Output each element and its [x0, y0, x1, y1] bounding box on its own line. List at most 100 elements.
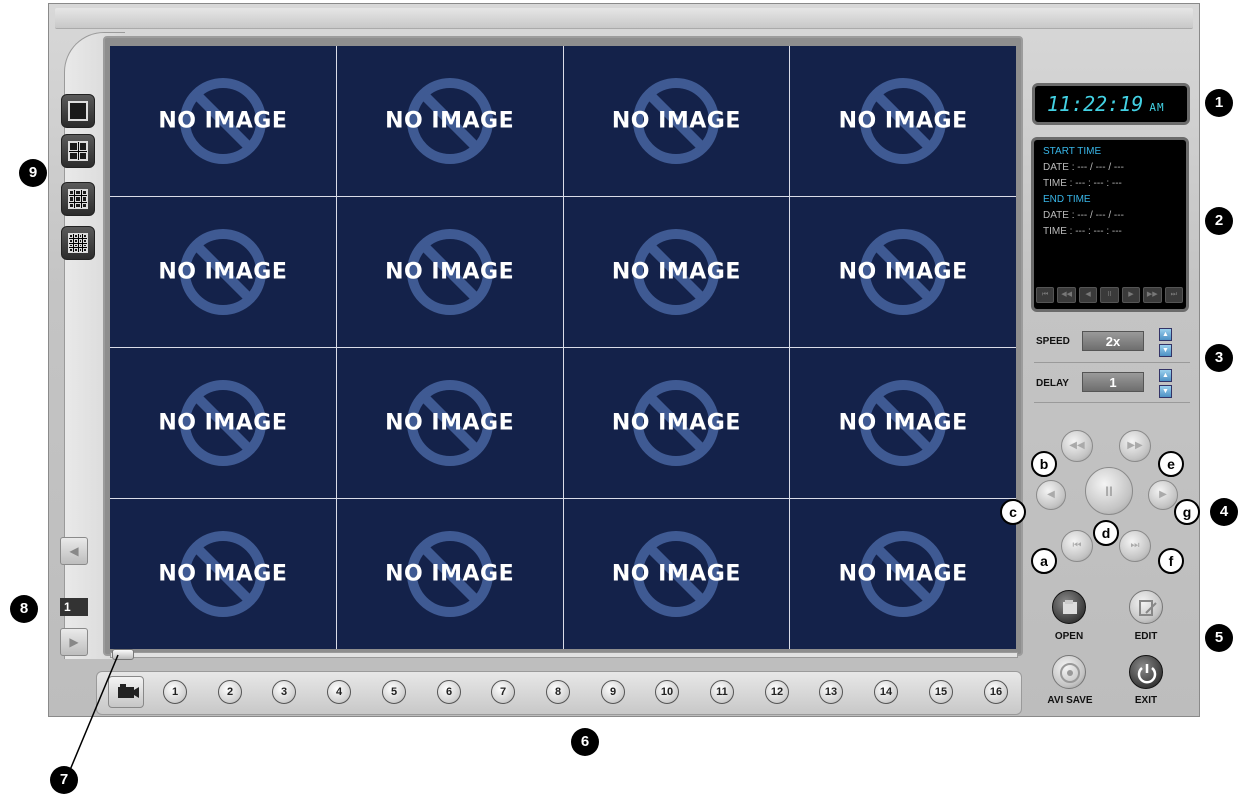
no-image-label: NO IMAGE: [838, 561, 968, 587]
callout-1: 1: [1205, 89, 1233, 117]
channel-button[interactable]: 7: [491, 680, 515, 704]
callout-3: 3: [1205, 344, 1233, 372]
no-image-label: NO IMAGE: [611, 259, 741, 285]
delay-label: DELAY: [1036, 378, 1069, 389]
channel-button[interactable]: 12: [765, 680, 789, 704]
video-cell[interactable]: NO IMAGE: [110, 499, 336, 649]
last-frame-button[interactable]: ⏭: [1119, 530, 1151, 562]
exit-button[interactable]: [1129, 655, 1163, 689]
page-prev-button[interactable]: ◀: [60, 537, 88, 565]
speed-down-button[interactable]: ▼: [1159, 344, 1172, 357]
channel-button[interactable]: 9: [601, 680, 625, 704]
channel-button[interactable]: 6: [437, 680, 461, 704]
mini-ff-button[interactable]: ▶▶: [1143, 287, 1162, 303]
layout-2x2-button[interactable]: [61, 134, 95, 168]
pause-button[interactable]: II: [1085, 467, 1133, 515]
no-image-label: NO IMAGE: [385, 108, 515, 134]
first-frame-button[interactable]: ⏮: [1061, 530, 1093, 562]
channel-button[interactable]: 13: [819, 680, 843, 704]
play-button[interactable]: ▶: [1148, 480, 1178, 510]
channel-button[interactable]: 8: [546, 680, 570, 704]
end-time-header: END TIME: [1043, 194, 1091, 205]
mini-first-button[interactable]: ⏮: [1036, 287, 1055, 303]
delay-value: 1: [1082, 372, 1144, 392]
mini-back-button[interactable]: ◀: [1078, 287, 1098, 303]
speed-up-button[interactable]: ▲: [1159, 328, 1172, 341]
search-time-panel: START TIME DATE : --- / --- / --- TIME :…: [1031, 137, 1189, 312]
open-button[interactable]: [1052, 590, 1086, 624]
video-cell[interactable]: NO IMAGE: [336, 46, 563, 196]
video-cell[interactable]: NO IMAGE: [563, 348, 790, 498]
video-cell[interactable]: NO IMAGE: [110, 348, 336, 498]
video-cell[interactable]: NO IMAGE: [790, 348, 1016, 498]
folder-icon: [1063, 600, 1077, 614]
triangle-right-icon: ▶: [69, 635, 79, 649]
channel-button[interactable]: 15: [929, 680, 953, 704]
page-next-button[interactable]: ▶: [60, 628, 88, 656]
delay-up-button[interactable]: ▲: [1159, 369, 1172, 382]
avi-save-button[interactable]: [1052, 655, 1086, 689]
no-image-label: NO IMAGE: [158, 108, 288, 134]
callout-5: 5: [1205, 624, 1233, 652]
video-cell[interactable]: NO IMAGE: [790, 197, 1016, 347]
clock-ampm: AM: [1149, 101, 1165, 114]
mini-playback-controls: ⏮ ◀◀ ◀ II ▶ ▶▶ ⏭: [1036, 287, 1183, 303]
channel-button[interactable]: 10: [655, 680, 679, 704]
rewind-button[interactable]: ◀◀: [1061, 430, 1093, 462]
reverse-play-button[interactable]: ◀: [1036, 480, 1066, 510]
video-cell[interactable]: NO IMAGE: [790, 499, 1016, 649]
speed-value: 2x: [1082, 331, 1144, 351]
channel-button[interactable]: 5: [382, 680, 406, 704]
edit-button[interactable]: [1129, 590, 1163, 624]
fast-forward-button[interactable]: ▶▶: [1119, 430, 1151, 462]
timeline-track[interactable]: [110, 652, 1018, 658]
callout-8: 8: [10, 595, 38, 623]
channel-button[interactable]: 16: [984, 680, 1008, 704]
end-date: DATE : --- / --- / ---: [1043, 210, 1124, 221]
channel-button[interactable]: 11: [710, 680, 734, 704]
edit-label: EDIT: [1134, 631, 1158, 642]
mini-last-button[interactable]: ⏭: [1164, 287, 1183, 303]
power-icon: [1137, 664, 1157, 684]
speed-spinner[interactable]: ▲ ▼: [1159, 328, 1172, 358]
mini-pause-button[interactable]: II: [1100, 287, 1119, 303]
callout-9: 9: [19, 159, 47, 187]
channel-button[interactable]: 4: [327, 680, 351, 704]
callout-4: 4: [1210, 498, 1238, 526]
callout-7: 7: [50, 766, 78, 794]
video-cell[interactable]: NO IMAGE: [110, 197, 336, 347]
timeline-slider-handle[interactable]: [112, 649, 134, 660]
no-image-label: NO IMAGE: [611, 561, 741, 587]
exit-label: EXIT: [1134, 695, 1158, 706]
camera-button[interactable]: [108, 676, 144, 708]
layout-1x1-button[interactable]: [61, 94, 95, 128]
video-cell[interactable]: NO IMAGE: [336, 499, 563, 649]
clock-display: 11:22:19 AM: [1032, 83, 1190, 125]
video-cell[interactable]: NO IMAGE: [790, 46, 1016, 196]
layout-4x4-button[interactable]: [61, 226, 95, 260]
video-cell[interactable]: NO IMAGE: [110, 46, 336, 196]
speed-label: SPEED: [1036, 336, 1070, 347]
video-cell[interactable]: NO IMAGE: [563, 499, 790, 649]
edit-icon: [1139, 600, 1157, 616]
mini-rewind-button[interactable]: ◀◀: [1057, 287, 1076, 303]
end-time: TIME : --- : --- : ---: [1043, 226, 1122, 237]
divider: [1034, 402, 1190, 403]
channel-button[interactable]: 14: [874, 680, 898, 704]
delay-down-button[interactable]: ▼: [1159, 385, 1172, 398]
video-cell[interactable]: NO IMAGE: [336, 348, 563, 498]
video-cell[interactable]: NO IMAGE: [336, 197, 563, 347]
video-cell[interactable]: NO IMAGE: [563, 197, 790, 347]
video-grid: NO IMAGE NO IMAGE NO IMAGE NO IMAGE NO IMAGE…: [110, 46, 1016, 649]
delay-spinner[interactable]: ▲ ▼: [1159, 369, 1172, 399]
no-image-label: NO IMAGE: [611, 410, 741, 436]
video-cell[interactable]: NO IMAGE: [563, 46, 790, 196]
callout-c: c: [1000, 499, 1026, 525]
divider: [1034, 362, 1190, 363]
layout-3x3-button[interactable]: [61, 182, 95, 216]
title-bar: [55, 8, 1193, 29]
channel-button[interactable]: 1: [163, 680, 187, 704]
mini-play-button[interactable]: ▶: [1121, 287, 1141, 303]
channel-button[interactable]: 2: [218, 680, 242, 704]
channel-button[interactable]: 3: [272, 680, 296, 704]
